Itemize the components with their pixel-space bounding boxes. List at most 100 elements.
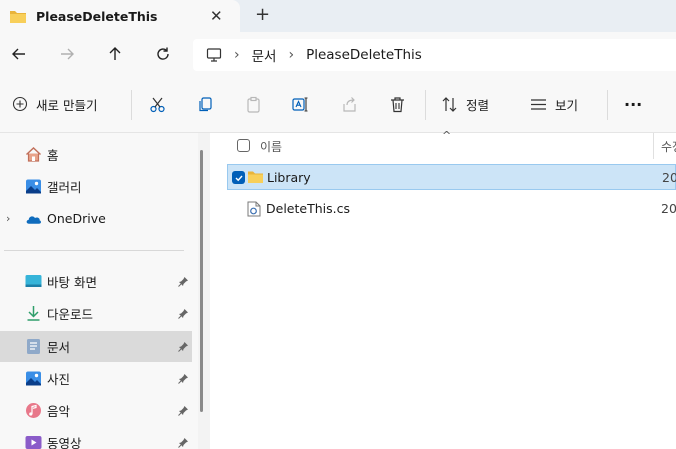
delete-button[interactable] (389, 93, 406, 115)
new-button[interactable]: 새로 만들기 (12, 93, 97, 115)
view-label: 보기 (555, 97, 579, 113)
refresh-button[interactable] (152, 43, 174, 65)
view-button[interactable]: 보기 (530, 93, 578, 115)
desktop-icon (25, 273, 42, 290)
file-date: 20 (661, 201, 676, 216)
back-button[interactable] (8, 43, 30, 65)
address-bar[interactable]: › 문서 › PleaseDeleteThis (193, 39, 676, 71)
file-row-library[interactable]: Library 20 (227, 164, 676, 190)
sidebar-item-label: 동영상 (47, 436, 82, 449)
sidebar-item-music[interactable]: 음악 (0, 395, 192, 426)
gallery-icon (25, 178, 42, 195)
sidebar-item-home[interactable]: 홈 (0, 139, 192, 170)
sidebar-item-videos[interactable]: 동영상 (0, 427, 192, 449)
refresh-icon (157, 47, 169, 60)
music-icon (25, 402, 42, 419)
navigation-pane: 홈 갤러리 › OneDrive 바탕 화면 다운로드 문서 사진 음악 동영상 (0, 133, 198, 449)
sort-label: 정렬 (466, 97, 490, 113)
sort-ascending-icon: ^ (442, 129, 452, 142)
chevron-right-icon[interactable]: › (234, 47, 240, 63)
file-list: 이름 ^ 수정 Library 20 DeleteThis.cs 20 (210, 129, 676, 449)
folder-icon (248, 171, 263, 183)
sidebar-item-label: 사진 (47, 372, 71, 387)
pin-icon (178, 342, 188, 352)
documents-icon (25, 338, 42, 355)
share-button[interactable] (341, 93, 358, 115)
sidebar-item-label: 바탕 화면 (47, 275, 97, 290)
column-name[interactable]: 이름 (260, 138, 282, 155)
divider (425, 90, 426, 120)
pin-icon (178, 309, 188, 319)
sidebar-item-label: 문서 (47, 340, 71, 355)
rename-icon (292, 96, 308, 112)
sidebar-item-label: 음악 (47, 404, 71, 419)
pin-icon (178, 438, 188, 448)
sidebar-item-label: OneDrive (47, 211, 106, 226)
sidebar-scrollbar[interactable] (200, 150, 203, 412)
sidebar-item-label: 갤러리 (47, 180, 82, 195)
chevron-right-icon[interactable]: › (6, 212, 10, 225)
file-name: DeleteThis.cs (266, 201, 350, 216)
sidebar-item-label: 다운로드 (47, 307, 94, 322)
copy-button[interactable] (197, 93, 214, 115)
title-bar: PleaseDeleteThis ✕ + (0, 0, 676, 32)
new-label: 새로 만들기 (36, 97, 98, 113)
sidebar-item-desktop[interactable]: 바탕 화면 (0, 266, 192, 297)
clipboard-icon (247, 96, 260, 113)
download-icon (25, 305, 42, 322)
select-all-checkbox[interactable] (237, 139, 250, 152)
sidebar-item-pictures[interactable]: 사진 (0, 363, 192, 394)
view-list-icon (531, 98, 546, 110)
sidebar-divider (4, 250, 184, 251)
folder-icon (10, 10, 26, 23)
plus-circle-icon (12, 96, 28, 112)
file-name: Library (267, 170, 311, 185)
home-icon (25, 146, 42, 163)
sort-icon (442, 96, 457, 112)
command-bar: 새로 만들기 정렬 보기 ··· (0, 76, 676, 133)
sidebar-item-gallery[interactable]: 갤러리 (0, 171, 192, 202)
computer-icon (206, 48, 222, 62)
breadcrumb-documents[interactable]: 문서 (252, 45, 277, 65)
divider (607, 90, 608, 120)
sidebar-item-documents[interactable]: 문서 (0, 331, 192, 362)
trash-icon (391, 96, 404, 112)
column-separator[interactable] (653, 133, 654, 159)
paste-button[interactable] (245, 93, 262, 115)
sidebar-item-label: 홈 (47, 148, 59, 163)
rename-button[interactable] (292, 93, 310, 115)
sort-button[interactable]: 정렬 (441, 93, 489, 115)
file-row-deletethis-cs[interactable]: DeleteThis.cs 20 (227, 196, 676, 222)
row-checkbox[interactable] (232, 171, 245, 184)
divider (131, 90, 132, 120)
sidebar-item-downloads[interactable]: 다운로드 (0, 298, 192, 329)
share-icon (343, 96, 356, 112)
column-date-modified[interactable]: 수정 (661, 138, 676, 155)
cs-file-icon (247, 201, 261, 217)
pin-icon (178, 277, 188, 287)
arrow-up-icon (109, 47, 121, 60)
file-date: 20 (662, 170, 676, 185)
navigation-bar: › 문서 › PleaseDeleteThis (0, 32, 676, 76)
up-button[interactable] (104, 43, 126, 65)
cut-button[interactable] (149, 93, 166, 115)
forward-button[interactable] (56, 43, 78, 65)
more-options-button[interactable]: ··· (624, 93, 642, 115)
scissors-icon (150, 97, 165, 112)
tab-please-delete-this[interactable]: PleaseDeleteThis ✕ (0, 0, 240, 32)
checkmark-icon (235, 175, 243, 181)
breadcrumb-please-delete-this[interactable]: PleaseDeleteThis (306, 47, 422, 63)
sidebar-item-onedrive[interactable]: › OneDrive (0, 203, 192, 234)
new-tab-button[interactable]: + (255, 4, 270, 25)
close-tab-icon[interactable]: ✕ (210, 7, 223, 25)
arrow-left-icon (12, 48, 25, 60)
pin-icon (178, 406, 188, 416)
column-header: 이름 ^ 수정 (210, 129, 676, 159)
chevron-right-icon[interactable]: › (288, 47, 294, 63)
copy-icon (199, 96, 212, 111)
videos-icon (25, 434, 42, 449)
arrow-right-icon (61, 48, 74, 60)
onedrive-icon (25, 210, 42, 227)
pin-icon (178, 374, 188, 384)
tab-title: PleaseDeleteThis (36, 8, 158, 24)
